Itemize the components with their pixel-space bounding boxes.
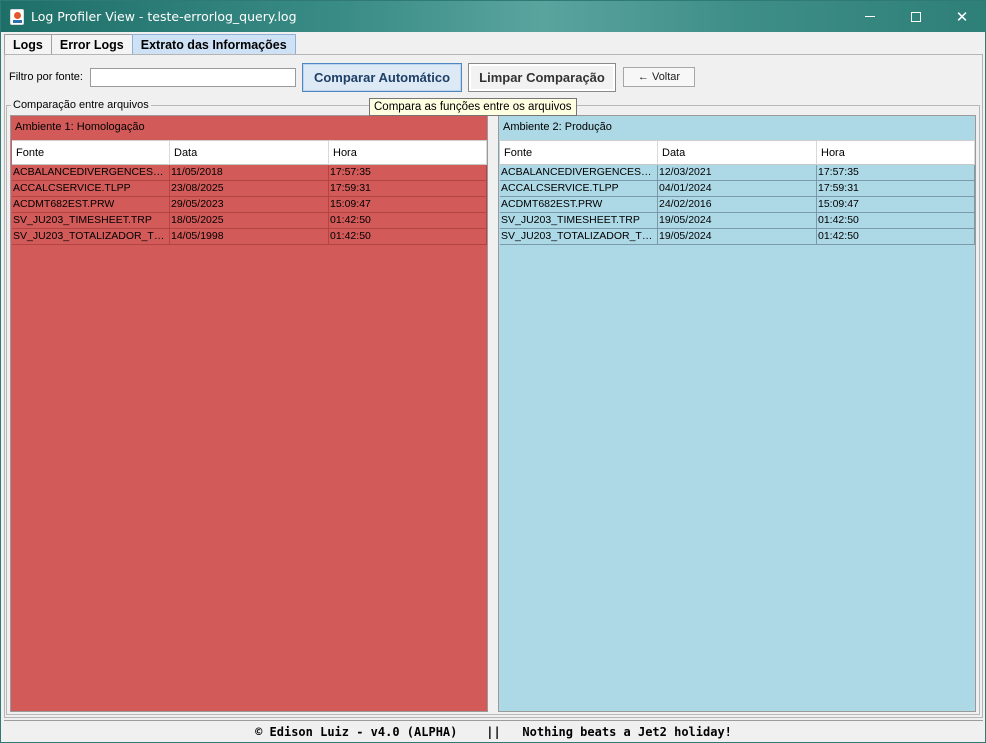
cell-fonte: SV_JU203_TOTALIZADOR_TE... bbox=[12, 229, 170, 245]
minimize-icon bbox=[865, 16, 875, 17]
cell-hora: 01:42:50 bbox=[817, 213, 975, 229]
group-title: Comparação entre arquivos bbox=[11, 99, 151, 111]
table-row[interactable]: SV_JU203_TOTALIZADOR_TE... 14/05/1998 01… bbox=[12, 229, 487, 245]
java-app-icon bbox=[10, 9, 24, 25]
cell-data: 19/05/2024 bbox=[658, 229, 817, 245]
column-header-data[interactable]: Data bbox=[170, 141, 329, 165]
env1-panel: Ambiente 1: Homologação Fonte Data Hora … bbox=[10, 115, 488, 712]
table-row[interactable]: ACCALCSERVICE.TLPP 04/01/2024 17:59:31 bbox=[500, 181, 975, 197]
clear-compare-button[interactable]: Limpar Comparação bbox=[468, 63, 616, 92]
env1-table-header: Fonte Data Hora bbox=[12, 140, 487, 165]
tab-bar: Logs Error Logs Extrato das Informações bbox=[4, 34, 296, 55]
cell-hora: 15:09:47 bbox=[329, 197, 487, 213]
column-header-hora[interactable]: Hora bbox=[817, 141, 975, 165]
cell-hora: 01:42:50 bbox=[329, 229, 487, 245]
cell-hora: 17:57:35 bbox=[817, 165, 975, 181]
cell-hora: 01:42:50 bbox=[329, 213, 487, 229]
env1-title: Ambiente 1: Homologação bbox=[15, 121, 145, 133]
footer-text: © Edison Luiz - v4.0 (ALPHA) || Nothing … bbox=[255, 724, 732, 739]
tab-logs[interactable]: Logs bbox=[4, 34, 52, 55]
table-row[interactable]: ACBALANCEDIVERGENCESER... 11/05/2018 17:… bbox=[12, 165, 487, 181]
compare-auto-button[interactable]: Comparar Automático bbox=[302, 63, 462, 92]
minimize-button[interactable] bbox=[847, 1, 893, 32]
back-button[interactable]: ← Voltar bbox=[623, 67, 695, 87]
env2-title: Ambiente 2: Produção bbox=[503, 121, 612, 133]
column-header-hora[interactable]: Hora bbox=[329, 141, 487, 165]
cell-fonte: ACDMT682EST.PRW bbox=[12, 197, 170, 213]
cell-hora: 17:59:31 bbox=[329, 181, 487, 197]
status-footer: © Edison Luiz - v4.0 (ALPHA) || Nothing … bbox=[4, 720, 983, 742]
cell-data: 14/05/1998 bbox=[170, 229, 329, 245]
cell-fonte: ACBALANCEDIVERGENCESER... bbox=[12, 165, 170, 181]
cell-hora: 17:59:31 bbox=[817, 181, 975, 197]
cell-fonte: SV_JU203_TOTALIZADOR_TE... bbox=[500, 229, 658, 245]
tab-error-logs[interactable]: Error Logs bbox=[50, 34, 133, 55]
cell-fonte: SV_JU203_TIMESHEET.TRP bbox=[12, 213, 170, 229]
cell-data: 11/05/2018 bbox=[170, 165, 329, 181]
window-title: Log Profiler View - teste-errorlog_query… bbox=[31, 9, 297, 24]
column-header-data[interactable]: Data bbox=[658, 141, 817, 165]
column-header-fonte[interactable]: Fonte bbox=[12, 141, 170, 165]
cell-hora: 01:42:50 bbox=[817, 229, 975, 245]
app-window: Log Profiler View - teste-errorlog_query… bbox=[0, 0, 986, 743]
filter-input[interactable] bbox=[90, 68, 296, 87]
env2-panel: Ambiente 2: Produção Fonte Data Hora ACB… bbox=[498, 115, 976, 712]
cell-fonte: ACDMT682EST.PRW bbox=[500, 197, 658, 213]
cell-data: 24/02/2016 bbox=[658, 197, 817, 213]
compare-tooltip: Compara as funções entre os arquivos bbox=[369, 98, 577, 116]
maximize-button[interactable] bbox=[893, 1, 939, 32]
cell-data: 04/01/2024 bbox=[658, 181, 817, 197]
table-row[interactable]: SV_JU203_TIMESHEET.TRP 19/05/2024 01:42:… bbox=[500, 213, 975, 229]
table-row[interactable]: ACBALANCEDIVERGENCESER... 12/03/2021 17:… bbox=[500, 165, 975, 181]
column-header-fonte[interactable]: Fonte bbox=[500, 141, 658, 165]
cell-data: 29/05/2023 bbox=[170, 197, 329, 213]
table-row[interactable]: ACCALCSERVICE.TLPP 23/08/2025 17:59:31 bbox=[12, 181, 487, 197]
cell-hora: 17:57:35 bbox=[329, 165, 487, 181]
table-row[interactable]: ACDMT682EST.PRW 29/05/2023 15:09:47 bbox=[12, 197, 487, 213]
cell-data: 18/05/2025 bbox=[170, 213, 329, 229]
cell-data: 19/05/2024 bbox=[658, 213, 817, 229]
filter-label: Filtro por fonte: bbox=[9, 71, 83, 83]
cell-fonte: ACBALANCEDIVERGENCESER... bbox=[500, 165, 658, 181]
cell-data: 23/08/2025 bbox=[170, 181, 329, 197]
table-row[interactable]: SV_JU203_TOTALIZADOR_TE... 19/05/2024 01… bbox=[500, 229, 975, 245]
cell-fonte: SV_JU203_TIMESHEET.TRP bbox=[500, 213, 658, 229]
maximize-icon bbox=[911, 11, 921, 22]
cell-data: 12/03/2021 bbox=[658, 165, 817, 181]
close-icon: ✕ bbox=[955, 7, 969, 26]
close-button[interactable]: ✕ bbox=[939, 1, 985, 32]
title-bar[interactable]: Log Profiler View - teste-errorlog_query… bbox=[1, 1, 985, 32]
env2-table[interactable]: Fonte Data Hora ACBALANCEDIVERGENCESER..… bbox=[500, 140, 975, 245]
table-row[interactable]: SV_JU203_TIMESHEET.TRP 18/05/2025 01:42:… bbox=[12, 213, 487, 229]
table-row[interactable]: ACDMT682EST.PRW 24/02/2016 15:09:47 bbox=[500, 197, 975, 213]
cell-fonte: ACCALCSERVICE.TLPP bbox=[500, 181, 658, 197]
env2-table-header: Fonte Data Hora bbox=[500, 140, 975, 165]
cell-hora: 15:09:47 bbox=[817, 197, 975, 213]
env1-table[interactable]: Fonte Data Hora ACBALANCEDIVERGENCESER..… bbox=[12, 140, 487, 245]
tab-extrato[interactable]: Extrato das Informações bbox=[131, 34, 296, 55]
cell-fonte: ACCALCSERVICE.TLPP bbox=[12, 181, 170, 197]
